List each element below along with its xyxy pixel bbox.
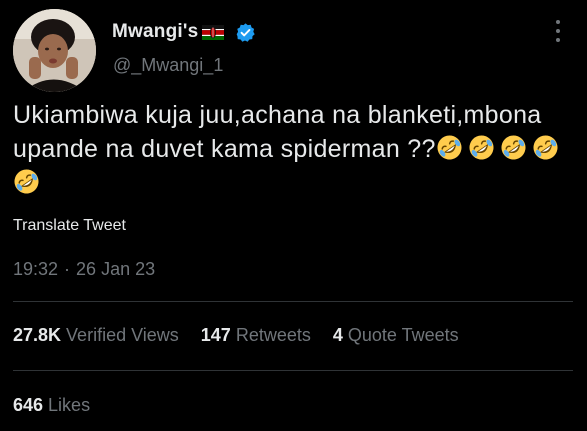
tweet-text: Ukiambiwa kuja juu,achana na blanketi,mb… (13, 98, 573, 200)
more-options-icon[interactable] (552, 20, 564, 42)
divider (13, 301, 573, 302)
translate-tweet-link[interactable]: Translate Tweet (13, 217, 126, 235)
stats-row: 27.8K Verified Views 147 Retweets 4 Quot… (13, 325, 481, 346)
avatar[interactable] (13, 9, 96, 92)
verified-badge-icon (235, 22, 256, 43)
likes-label: Likes (48, 395, 91, 415)
tweet-timestamp[interactable]: 19:32 · 26 Jan 23 (13, 259, 155, 280)
likes-stat[interactable]: 646 Likes (13, 395, 90, 416)
rolling-on-floor-laughing-emoji (533, 135, 558, 160)
views-stat[interactable]: 27.8K Verified Views (13, 325, 179, 346)
rolling-on-floor-laughing-emoji (14, 169, 39, 194)
quote-tweets-label: Quote Tweets (347, 325, 459, 345)
author-name-row[interactable]: Mwangi's (112, 19, 256, 45)
tweet-date[interactable]: 26 Jan 23 (76, 259, 155, 280)
author-display-name[interactable]: Mwangi's (112, 21, 198, 43)
views-count: 27.8K (13, 325, 62, 345)
timestamp-separator: · (64, 259, 71, 279)
likes-count: 646 (13, 395, 44, 415)
divider (13, 370, 573, 371)
views-label: Verified Views (66, 325, 179, 345)
rolling-on-floor-laughing-emoji (501, 135, 526, 160)
quote-tweets-count: 4 (332, 325, 343, 345)
rolling-on-floor-laughing-emoji (437, 135, 462, 160)
retweets-label: Retweets (235, 325, 311, 345)
kenya-flag-icon (202, 24, 225, 40)
author-handle[interactable]: @_Mwangi_1 (113, 55, 223, 76)
avatar-photo (13, 9, 96, 92)
rolling-on-floor-laughing-emoji (469, 135, 494, 160)
retweets-stat[interactable]: 147 Retweets (201, 325, 311, 346)
quote-tweets-stat[interactable]: 4 Quote Tweets (333, 325, 459, 346)
retweets-count: 147 (200, 325, 231, 345)
tweet-time[interactable]: 19:32 (13, 259, 58, 280)
